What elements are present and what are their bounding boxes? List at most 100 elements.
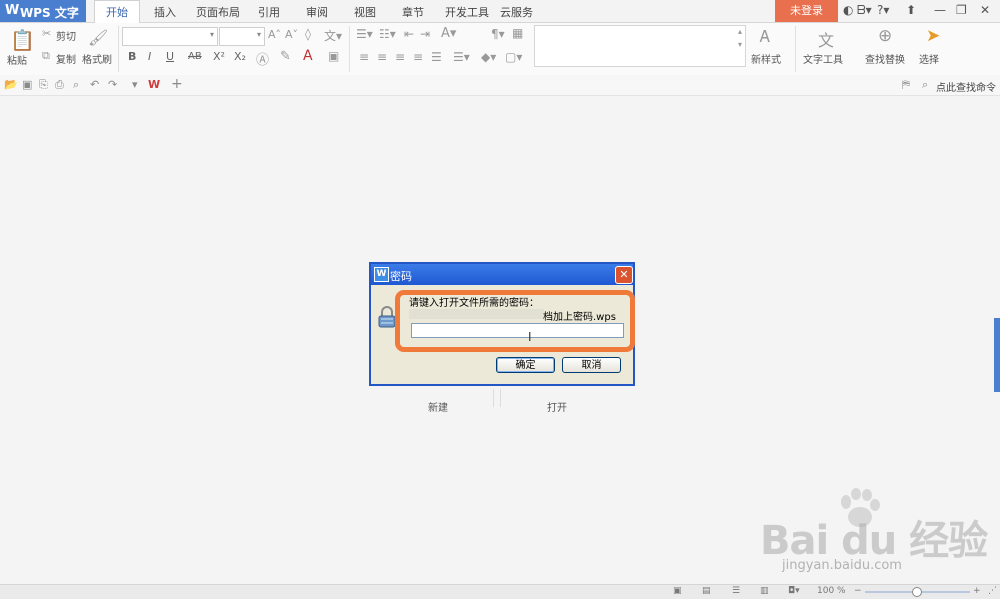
justify-icon[interactable]: ≡	[413, 50, 423, 64]
tab-chapter[interactable]: 章节	[402, 4, 424, 20]
clear-format-icon[interactable]: ◊	[305, 27, 311, 41]
customize-chevron-icon[interactable]: ▾	[132, 78, 138, 91]
tab-review[interactable]: 审阅	[306, 4, 328, 20]
gallery-scroll-icon[interactable]: ▴	[738, 27, 742, 36]
subscript-button[interactable]: X₂	[234, 50, 246, 63]
login-button[interactable]: 未登录	[775, 0, 838, 22]
page-view-icon[interactable]: ▤	[702, 586, 711, 596]
open-folder-icon[interactable]: 📂	[4, 78, 18, 91]
paragraph-icon[interactable]: ¶▾	[491, 27, 505, 41]
tab-cloud[interactable]: 云服务	[500, 4, 533, 20]
align-center-icon[interactable]: ≡	[377, 50, 387, 64]
tab-insert[interactable]: 插入	[154, 4, 176, 20]
app-menu-button[interactable]: W WPS 文字 ▾	[0, 0, 86, 22]
zoom-slider-handle[interactable]	[912, 587, 922, 597]
distribute-icon[interactable]: ☰	[431, 50, 442, 64]
undo-icon[interactable]: ↶	[90, 78, 99, 91]
table-border-icon[interactable]: ▦	[512, 26, 523, 40]
save-icon[interactable]: ▣	[22, 78, 32, 91]
text-effect-icon[interactable]: Ⓐ	[256, 49, 269, 68]
copy-label[interactable]: 复制	[56, 51, 76, 66]
align-left-icon[interactable]: ≡	[359, 50, 369, 64]
paste-label[interactable]: 粘贴	[7, 52, 27, 67]
fullscreen-icon[interactable]: ▣	[673, 586, 682, 596]
cut-label[interactable]: 剪切	[56, 28, 76, 43]
cut-icon[interactable]: ✂	[42, 27, 51, 40]
password-prompt: 请键入打开文件所需的密码：	[409, 298, 539, 309]
numbered-list-icon[interactable]: ☷▾	[379, 27, 396, 41]
border-icon[interactable]: ▢▾	[505, 50, 522, 64]
start-new-link[interactable]: 新建	[428, 399, 448, 414]
zoom-level[interactable]: 100 %	[817, 586, 846, 596]
tab-view[interactable]: 视图	[354, 4, 376, 20]
tab-developer[interactable]: 开发工具	[445, 4, 489, 20]
font-size-combo[interactable]: ▾	[219, 27, 265, 46]
font-family-combo[interactable]: ▾	[122, 27, 218, 46]
redo-icon[interactable]: ↷	[108, 78, 117, 91]
sort-icon[interactable]: A▾	[441, 26, 456, 41]
search-icon[interactable]: ⌕	[922, 78, 928, 92]
start-open-link[interactable]: 打开	[547, 399, 567, 414]
tab-home[interactable]: 开始	[94, 0, 140, 24]
highlight-icon[interactable]: ✎	[280, 49, 291, 64]
resize-grip-icon[interactable]: ⋰	[988, 586, 997, 596]
dialog-title-bar[interactable]: W 密码	[371, 264, 633, 285]
wps-w-icon[interactable]: W	[148, 78, 160, 91]
format-painter-label[interactable]: 格式刷	[82, 51, 112, 66]
superscript-button[interactable]: X²	[213, 50, 225, 63]
format-painter-icon[interactable]: 🖌	[88, 28, 108, 47]
shading-icon[interactable]: ◆▾	[481, 50, 496, 64]
command-search[interactable]: 点此查找命令	[936, 79, 996, 94]
text-tools-icon[interactable]: 文	[818, 27, 834, 51]
find-replace-label[interactable]: 查找替换	[865, 51, 905, 66]
zoom-out-button[interactable]: −	[854, 586, 862, 596]
char-shading-icon[interactable]: ▣	[328, 49, 339, 63]
strikethrough-button[interactable]: AB	[188, 51, 202, 62]
find-replace-icon[interactable]: ⊕	[878, 26, 892, 46]
select-cursor-icon[interactable]: ➤	[926, 26, 940, 46]
copy-icon[interactable]: ⧉	[42, 49, 50, 63]
shrink-font-icon[interactable]: A˅	[285, 28, 298, 41]
save-as-icon[interactable]: ⎘	[39, 78, 48, 92]
share-icon[interactable]: ᗷ▾	[857, 3, 872, 18]
dialog-close-button[interactable]: ✕	[615, 266, 633, 284]
tab-references[interactable]: 引用	[258, 4, 280, 20]
align-right-icon[interactable]: ≡	[395, 50, 405, 64]
grow-font-icon[interactable]: A˄	[268, 28, 281, 41]
bullet-list-icon[interactable]: ☰▾	[356, 27, 373, 41]
reading-view-icon[interactable]: ▥	[760, 586, 769, 596]
select-label[interactable]: 选择	[919, 51, 939, 66]
increase-indent-icon[interactable]: ⇥	[420, 27, 430, 41]
gallery-scroll-down-icon[interactable]: ▾	[738, 40, 742, 49]
print-preview-icon[interactable]: ⌕	[73, 78, 79, 92]
sidebar-toggle[interactable]	[994, 318, 1000, 392]
style-gallery[interactable]	[534, 25, 746, 67]
tab-page-layout[interactable]: 页面布局	[196, 4, 240, 20]
print-icon[interactable]: ⎙	[55, 78, 64, 92]
italic-button[interactable]: I	[148, 50, 151, 63]
cancel-button[interactable]: 取消	[562, 357, 621, 373]
maximize-icon[interactable]: ❐	[956, 3, 967, 17]
font-color-icon[interactable]: A	[303, 48, 313, 64]
restore-ribbon-icon[interactable]: ⬆	[906, 3, 916, 17]
underline-button[interactable]: U	[166, 50, 174, 63]
decrease-indent-icon[interactable]: ⇤	[404, 27, 414, 41]
paste-icon[interactable]: 📋	[10, 28, 35, 52]
password-input[interactable]	[411, 323, 624, 338]
help-icon[interactable]: ?▾	[877, 3, 889, 17]
skin-icon[interactable]: ◐	[843, 3, 853, 17]
outline-view-icon[interactable]: ☰	[732, 586, 740, 596]
phonetic-icon[interactable]: 文▾	[324, 27, 342, 44]
toolbar-pin-icon[interactable]: ⛿	[902, 78, 910, 92]
zoom-in-button[interactable]: +	[973, 586, 981, 596]
add-icon[interactable]: +	[171, 76, 183, 92]
close-icon[interactable]: ✕	[980, 3, 990, 17]
new-style-label[interactable]: 新样式	[751, 51, 781, 66]
new-style-icon[interactable]: Ꭺ	[760, 27, 771, 47]
ok-button[interactable]: 确定	[496, 357, 555, 373]
eye-protect-icon[interactable]: ◘▾	[788, 586, 800, 596]
line-spacing-icon[interactable]: ☰▾	[453, 50, 470, 64]
text-tools-label[interactable]: 文字工具	[803, 51, 843, 66]
minimize-icon[interactable]: —	[934, 3, 946, 17]
bold-button[interactable]: B	[128, 50, 136, 63]
